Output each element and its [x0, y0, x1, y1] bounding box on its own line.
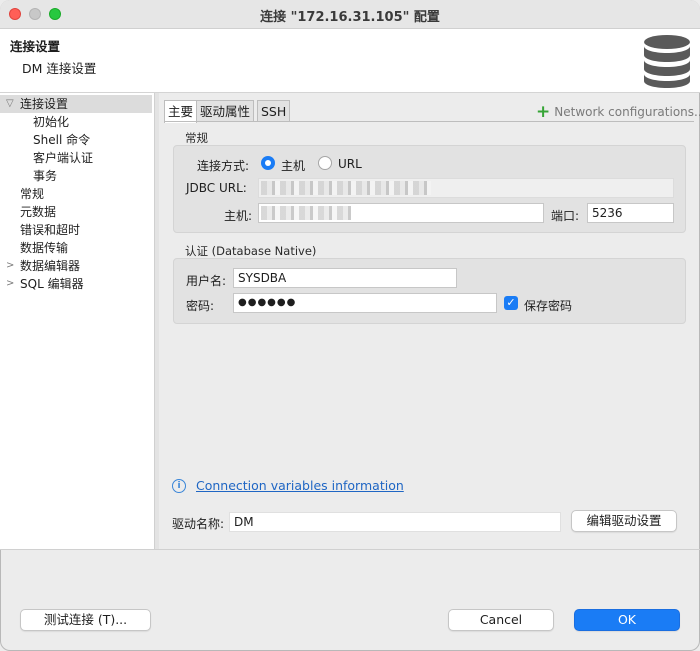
redacted-value: [261, 206, 351, 220]
host-field[interactable]: [258, 203, 544, 223]
chevron-down-icon[interactable]: ▽: [6, 95, 14, 113]
window-title: 连接 "172.16.31.105" 配置: [260, 10, 440, 25]
username-field[interactable]: SYSDBA: [233, 268, 457, 288]
nav-item-sql-editor[interactable]: > SQL 编辑器: [0, 275, 152, 293]
nav-item-init[interactable]: 初始化: [0, 113, 152, 131]
connection-variables-link[interactable]: Connection variables information: [196, 478, 404, 493]
save-password-checkbox[interactable]: ✓: [504, 296, 518, 310]
pane-splitter[interactable]: [155, 93, 159, 549]
ok-button[interactable]: OK: [574, 609, 680, 631]
test-connection-button[interactable]: 测试连接 (T)...: [20, 609, 151, 631]
general-group-title: 常规: [185, 131, 208, 145]
radio-url[interactable]: [318, 156, 332, 170]
dialog-header: 连接设置 DM 连接设置: [0, 29, 700, 93]
chevron-right-icon[interactable]: >: [6, 275, 14, 293]
tab-main[interactable]: 主要: [164, 100, 198, 123]
footer-divider: [0, 549, 700, 550]
nav-item-transactions[interactable]: 事务: [0, 167, 152, 185]
tab-ssh[interactable]: SSH: [257, 100, 291, 121]
nav-item-connection-settings[interactable]: ▽ 连接设置: [0, 95, 152, 113]
password-field[interactable]: ●●●●●●: [233, 293, 497, 313]
cancel-button[interactable]: Cancel: [448, 609, 554, 631]
connect-by-label: 连接方式:: [197, 159, 250, 173]
nav-item-data-transfer[interactable]: 数据传输: [0, 239, 152, 257]
driver-name-label: 驱动名称:: [172, 517, 225, 531]
jdbc-url-label: JDBC URL:: [186, 181, 247, 195]
chevron-right-icon[interactable]: >: [6, 257, 14, 275]
nav-item-metadata[interactable]: 元数据: [0, 203, 152, 221]
jdbc-url-field[interactable]: [258, 178, 674, 198]
info-icon: i: [172, 479, 186, 493]
plus-icon: +: [536, 102, 551, 122]
radio-url-label[interactable]: URL: [338, 157, 362, 171]
nav-item-shell-commands[interactable]: Shell 命令: [0, 131, 152, 149]
radio-host-label[interactable]: 主机: [281, 157, 305, 174]
port-label: 端口:: [551, 209, 580, 223]
radio-host[interactable]: [261, 156, 275, 170]
tab-driver-properties[interactable]: 驱动属性: [196, 100, 255, 121]
database-icon: [644, 35, 690, 88]
password-label: 密码:: [186, 299, 215, 313]
nav-item-general[interactable]: 常规: [0, 185, 152, 203]
host-label: 主机:: [224, 209, 253, 223]
nav-item-errors-timeouts[interactable]: 错误和超时: [0, 221, 152, 239]
save-password-label[interactable]: 保存密码: [524, 297, 572, 314]
auth-group-title: 认证 (Database Native): [185, 244, 317, 258]
edit-driver-settings-button[interactable]: 编辑驱动设置: [571, 510, 677, 532]
network-configurations-button[interactable]: + Network configurations...: [536, 101, 700, 122]
driver-name-field: DM: [229, 512, 561, 532]
header-subtitle: DM 连接设置: [22, 61, 97, 76]
redacted-value: [261, 181, 431, 195]
dialog-window: 连接 "172.16.31.105" 配置 连接设置 DM 连接设置 ▽ 连接设…: [0, 0, 700, 651]
nav-item-client-auth[interactable]: 客户端认证: [0, 149, 152, 167]
title-bar[interactable]: 连接 "172.16.31.105" 配置: [0, 0, 700, 29]
username-label: 用户名:: [186, 274, 227, 288]
settings-nav-tree: ▽ 连接设置 初始化 Shell 命令 客户端认证 事务 常规 元数据 错误和超…: [0, 93, 155, 549]
port-field[interactable]: 5236: [587, 203, 674, 223]
tab-divider: [164, 121, 694, 122]
nav-item-data-editor[interactable]: > 数据编辑器: [0, 257, 152, 275]
header-title: 连接设置: [10, 39, 61, 54]
